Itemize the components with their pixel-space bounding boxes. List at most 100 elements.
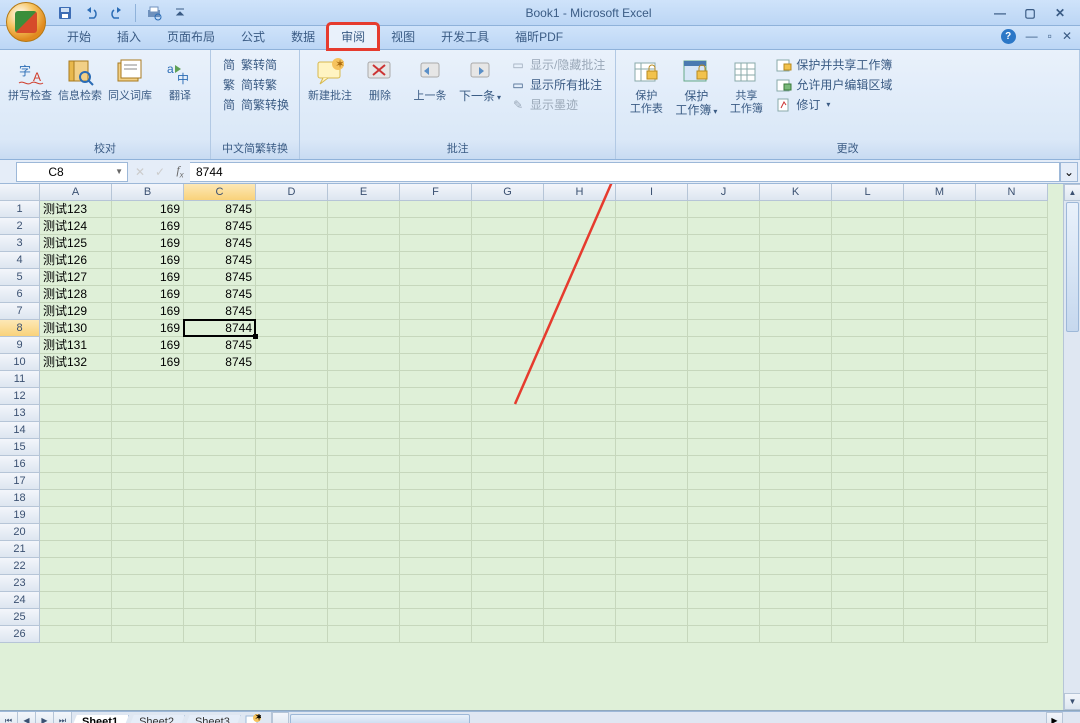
close-button[interactable]: ✕ <box>1046 5 1074 21</box>
cell[interactable] <box>328 626 400 643</box>
cell[interactable] <box>688 405 760 422</box>
cell[interactable] <box>616 592 688 609</box>
row-header[interactable]: 25 <box>0 609 40 626</box>
cell[interactable] <box>688 354 760 371</box>
row-header[interactable]: 11 <box>0 371 40 388</box>
column-header[interactable]: G <box>472 184 544 201</box>
cell[interactable] <box>184 388 256 405</box>
minimize-button[interactable]: — <box>986 5 1014 21</box>
cell[interactable] <box>256 371 328 388</box>
cell[interactable] <box>904 575 976 592</box>
cell[interactable] <box>256 524 328 541</box>
cell[interactable] <box>328 303 400 320</box>
cell[interactable] <box>760 320 832 337</box>
column-header[interactable]: D <box>256 184 328 201</box>
cell[interactable] <box>832 201 904 218</box>
cell[interactable] <box>256 626 328 643</box>
cell[interactable] <box>760 354 832 371</box>
cell[interactable]: 8745 <box>184 337 256 354</box>
cell[interactable]: 8744 <box>184 320 256 337</box>
cell[interactable] <box>544 558 616 575</box>
cell[interactable]: 169 <box>112 354 184 371</box>
tab-公式[interactable]: 公式 <box>228 24 278 49</box>
tab-审阅[interactable]: 审阅 <box>328 24 378 49</box>
cell[interactable] <box>328 354 400 371</box>
cell[interactable] <box>472 592 544 609</box>
cell[interactable] <box>760 371 832 388</box>
cell[interactable] <box>760 558 832 575</box>
cell[interactable] <box>832 524 904 541</box>
cell[interactable] <box>256 252 328 269</box>
cell[interactable] <box>40 575 112 592</box>
cell[interactable] <box>760 541 832 558</box>
cell[interactable] <box>760 490 832 507</box>
cell[interactable] <box>832 541 904 558</box>
cell[interactable] <box>472 201 544 218</box>
cell[interactable]: 169 <box>112 303 184 320</box>
scroll-thumb[interactable] <box>1066 202 1079 332</box>
cell[interactable] <box>688 337 760 354</box>
row-header[interactable]: 18 <box>0 490 40 507</box>
cell[interactable]: 测试127 <box>40 269 112 286</box>
cell[interactable] <box>400 422 472 439</box>
cell[interactable] <box>112 626 184 643</box>
row-header[interactable]: 5 <box>0 269 40 286</box>
cell[interactable]: 测试126 <box>40 252 112 269</box>
cell[interactable] <box>760 405 832 422</box>
cell[interactable] <box>472 320 544 337</box>
cell[interactable] <box>544 337 616 354</box>
cell[interactable] <box>688 558 760 575</box>
cell[interactable] <box>184 558 256 575</box>
cell[interactable] <box>904 320 976 337</box>
cell[interactable] <box>112 541 184 558</box>
cell[interactable] <box>616 269 688 286</box>
cell[interactable] <box>904 439 976 456</box>
cell[interactable] <box>760 439 832 456</box>
tab-视图[interactable]: 视图 <box>378 24 428 49</box>
cell[interactable] <box>40 473 112 490</box>
restore-button[interactable]: ▢ <box>1016 5 1044 21</box>
cell[interactable] <box>256 456 328 473</box>
row-header[interactable]: 19 <box>0 507 40 524</box>
cell[interactable] <box>760 286 832 303</box>
cell[interactable] <box>256 269 328 286</box>
scroll-right-button[interactable]: ▶ <box>1046 712 1063 723</box>
cell[interactable] <box>544 371 616 388</box>
cell[interactable] <box>688 269 760 286</box>
cell[interactable] <box>400 286 472 303</box>
cell[interactable] <box>544 269 616 286</box>
cell[interactable] <box>688 371 760 388</box>
cell[interactable] <box>904 456 976 473</box>
protect-workbook-button[interactable]: 保护 工作簿▾ <box>672 54 720 120</box>
cell[interactable] <box>328 439 400 456</box>
cell[interactable] <box>256 201 328 218</box>
cell[interactable] <box>904 388 976 405</box>
mdi-close-button[interactable]: ✕ <box>1062 29 1072 44</box>
cell[interactable] <box>904 558 976 575</box>
cell[interactable] <box>832 592 904 609</box>
cell[interactable] <box>256 235 328 252</box>
cell[interactable] <box>112 609 184 626</box>
cell[interactable] <box>112 490 184 507</box>
cell[interactable] <box>832 286 904 303</box>
qat-customize-icon[interactable] <box>169 2 191 24</box>
cell[interactable] <box>112 558 184 575</box>
cell[interactable] <box>544 201 616 218</box>
print-preview-icon[interactable] <box>143 2 165 24</box>
cell[interactable] <box>976 252 1048 269</box>
redo-icon[interactable] <box>106 2 128 24</box>
cell[interactable]: 169 <box>112 218 184 235</box>
cell[interactable] <box>112 592 184 609</box>
cell[interactable] <box>472 609 544 626</box>
cell[interactable] <box>976 575 1048 592</box>
new-comment-button[interactable]: ✶ 新建批注 <box>306 54 354 105</box>
cell[interactable] <box>472 286 544 303</box>
cell[interactable] <box>544 388 616 405</box>
cell[interactable] <box>328 490 400 507</box>
cell[interactable] <box>616 473 688 490</box>
row-header[interactable]: 23 <box>0 575 40 592</box>
cell[interactable] <box>760 609 832 626</box>
cell[interactable] <box>976 524 1048 541</box>
cell[interactable] <box>40 558 112 575</box>
cell[interactable] <box>40 456 112 473</box>
